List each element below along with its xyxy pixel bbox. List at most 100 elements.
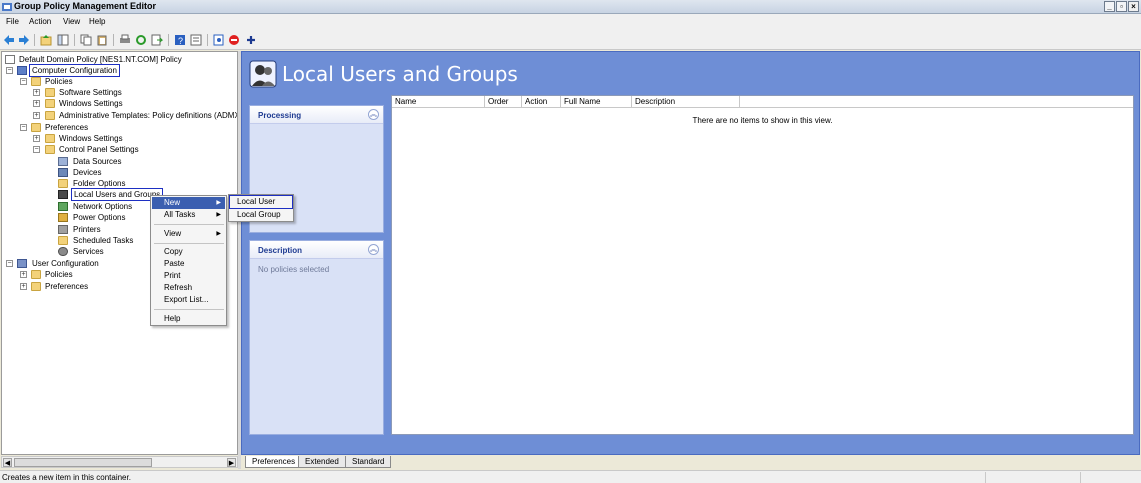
export-list-icon[interactable] [151, 34, 163, 46]
tab-preferences[interactable]: Preferences [245, 456, 303, 468]
devices-icon [58, 168, 68, 177]
folder-icon [31, 77, 41, 86]
column-header-description[interactable]: Description [632, 96, 740, 108]
close-button[interactable]: × [1128, 1, 1139, 12]
context-menu-all-tasks[interactable]: All Tasks ▶ [152, 209, 225, 221]
folder-icon [31, 270, 41, 279]
context-menu-help[interactable]: Help [152, 313, 225, 325]
menu-help[interactable]: Help [89, 17, 105, 26]
menu-file[interactable]: File [6, 17, 19, 26]
new-submenu: Local User Local Group [228, 194, 294, 222]
items-list-view[interactable]: Name Order Action Full Name Description … [391, 95, 1134, 435]
context-menu-view[interactable]: View ▶ [152, 228, 225, 240]
context-menu-refresh[interactable]: Refresh [152, 282, 225, 294]
collapse-chevron-icon[interactable]: ︽ [368, 109, 379, 120]
network-options-icon [58, 202, 68, 211]
context-menu-print[interactable]: Print [152, 270, 225, 282]
expand-toggle-icon[interactable]: + [33, 135, 40, 142]
collapse-toggle-icon[interactable]: − [6, 260, 13, 267]
collapse-toggle-icon[interactable]: − [20, 124, 27, 131]
control-panel-folder-icon [45, 145, 55, 154]
description-text: No policies selected [258, 265, 330, 274]
back-arrow-icon[interactable] [3, 34, 15, 46]
forward-arrow-icon[interactable] [18, 34, 30, 46]
column-header-full-name[interactable]: Full Name [561, 96, 632, 108]
folder-icon [45, 134, 55, 143]
list-header: Name Order Action Full Name Description [392, 96, 1133, 108]
filter-icon[interactable] [213, 34, 225, 46]
submenu-local-group[interactable]: Local Group [230, 209, 292, 221]
add-icon[interactable] [245, 34, 257, 46]
description-panel: Description ︽ No policies selected [249, 240, 384, 435]
tab-extended[interactable]: Extended [298, 456, 346, 468]
expand-toggle-icon[interactable]: + [20, 283, 27, 290]
scrollbar-thumb[interactable] [14, 458, 152, 467]
submenu-arrow-icon: ▶ [216, 200, 221, 206]
gpo-editor-icon [2, 3, 12, 11]
stop-icon[interactable] [228, 34, 240, 46]
paste-icon[interactable] [96, 34, 108, 46]
user-configuration-icon [17, 259, 27, 268]
local-users-groups-icon [58, 190, 68, 199]
help-icon[interactable]: ? [174, 34, 186, 46]
local-users-groups-large-icon [249, 60, 277, 88]
refresh-icon[interactable] [135, 34, 147, 46]
collapse-chevron-icon[interactable]: ︽ [368, 244, 379, 255]
collapse-toggle-icon[interactable]: − [20, 78, 27, 85]
column-header-action[interactable]: Action [522, 96, 561, 108]
svg-text:?: ? [178, 36, 183, 46]
context-menu: New ▶ All Tasks ▶ View ▶ Copy Paste Prin… [150, 195, 227, 326]
tree-horizontal-scrollbar[interactable]: ◀ ▶ [1, 456, 238, 468]
up-folder-icon[interactable] [40, 34, 52, 46]
folder-icon [31, 282, 41, 291]
context-menu-paste[interactable]: Paste [152, 258, 225, 270]
expand-toggle-icon[interactable]: + [33, 100, 40, 107]
collapse-toggle-icon[interactable]: − [33, 146, 40, 153]
folder-icon [45, 88, 55, 97]
status-text: Creates a new item in this container. [2, 473, 131, 482]
view-tabs: Preferences Extended Standard [241, 456, 1140, 469]
menu-action[interactable]: Action [29, 17, 51, 26]
status-bar: Creates a new item in this container. [0, 470, 1141, 483]
expand-toggle-icon[interactable]: + [33, 112, 40, 119]
services-gear-icon [58, 247, 68, 256]
toolbar: ? [0, 30, 1141, 50]
show-hide-tree-icon[interactable] [57, 34, 69, 46]
collapse-toggle-icon[interactable]: − [6, 67, 13, 74]
description-panel-title: Description [258, 246, 303, 255]
expand-toggle-icon[interactable]: + [33, 89, 40, 96]
context-menu-new[interactable]: New ▶ [152, 197, 225, 209]
scroll-left-icon[interactable]: ◀ [3, 458, 12, 467]
folder-icon [45, 111, 55, 120]
copy-icon[interactable] [80, 34, 92, 46]
scroll-right-icon[interactable]: ▶ [227, 458, 236, 467]
context-menu-export-list[interactable]: Export List... [152, 294, 225, 306]
minimize-button[interactable]: _ [1104, 1, 1115, 12]
menu-bar: File Action View Help [0, 14, 1141, 30]
submenu-arrow-icon: ▶ [216, 212, 221, 218]
power-options-icon [58, 213, 68, 222]
printer-icon [58, 225, 68, 234]
tab-standard[interactable]: Standard [345, 456, 392, 468]
folder-options-icon [58, 179, 68, 188]
computer-icon [17, 66, 27, 75]
submenu-arrow-icon: ▶ [216, 231, 221, 237]
submenu-local-user[interactable]: Local User [229, 195, 293, 209]
column-header-order[interactable]: Order [485, 96, 522, 108]
title-bar: Group Policy Management Editor _ ▫ × [0, 0, 1141, 14]
context-menu-copy[interactable]: Copy [152, 246, 225, 258]
scheduled-tasks-icon [58, 236, 68, 245]
data-sources-icon [58, 157, 68, 166]
window-title: Group Policy Management Editor [14, 1, 157, 11]
folder-icon [31, 123, 41, 132]
processing-panel-title: Processing [258, 111, 302, 120]
details-title: Local Users and Groups [282, 62, 518, 86]
print-icon[interactable] [119, 34, 131, 46]
properties-icon[interactable] [190, 34, 202, 46]
details-pane: Local Users and Groups Processing ︽ Desc… [241, 51, 1140, 455]
menu-view[interactable]: View [63, 17, 80, 26]
column-header-name[interactable]: Name [392, 96, 485, 108]
folder-icon [45, 99, 55, 108]
expand-toggle-icon[interactable]: + [20, 271, 27, 278]
restore-button[interactable]: ▫ [1116, 1, 1127, 12]
